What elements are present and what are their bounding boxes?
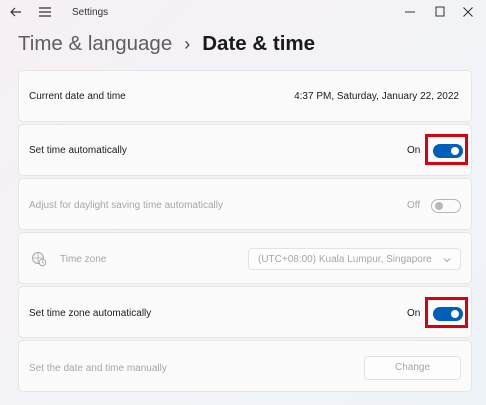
- manual-datetime-label: Set the date and time manually: [29, 363, 167, 374]
- chevron-down-icon: [443, 258, 451, 263]
- window-title: Settings: [72, 7, 109, 18]
- title-bar: Settings: [0, 0, 486, 26]
- current-datetime-label: Current date and time: [29, 91, 126, 102]
- highlight-box-set-time: [425, 134, 468, 165]
- time-zone-selected: (UTC+08:00) Kuala Lumpur, Singapore: [258, 254, 432, 265]
- maximize-icon[interactable]: [432, 4, 448, 20]
- set-tz-auto-label: Set time zone automatically: [29, 308, 152, 319]
- daylight-saving-card: Adjust for daylight saving time automati…: [18, 178, 472, 230]
- page-title: Date & time: [202, 32, 316, 55]
- set-time-auto-state: On: [407, 145, 421, 156]
- current-datetime-card: Current date and time 4:37 PM, Saturday,…: [18, 70, 472, 122]
- close-icon[interactable]: [460, 4, 476, 20]
- change-button[interactable]: Change: [364, 356, 461, 380]
- breadcrumb-separator: ›: [184, 33, 191, 54]
- current-datetime-value: 4:37 PM, Saturday, January 22, 2022: [294, 91, 459, 102]
- daylight-saving-label: Adjust for daylight saving time automati…: [29, 200, 223, 211]
- set-time-auto-card: Set time automatically On: [18, 124, 472, 176]
- minimize-icon[interactable]: [402, 4, 418, 20]
- toggle-knob: [435, 202, 443, 210]
- breadcrumb-parent[interactable]: Time & language: [18, 32, 172, 56]
- time-zone-dropdown[interactable]: (UTC+08:00) Kuala Lumpur, Singapore: [248, 248, 461, 270]
- set-tz-auto-card: Set time zone automatically On: [18, 286, 472, 338]
- change-button-label: Change: [394, 362, 431, 373]
- hamburger-menu-icon[interactable]: [38, 5, 52, 19]
- set-time-auto-label: Set time automatically: [29, 145, 127, 156]
- daylight-saving-toggle[interactable]: [431, 199, 461, 213]
- time-zone-card: Time zone (UTC+08:00) Kuala Lumpur, Sing…: [18, 232, 472, 284]
- back-arrow-icon[interactable]: [8, 4, 24, 20]
- breadcrumb: Time & language › Date & time: [18, 28, 315, 60]
- highlight-box-set-tz: [425, 297, 468, 328]
- daylight-saving-state: Off: [407, 200, 421, 211]
- time-zone-label: Time zone: [60, 254, 107, 265]
- manual-datetime-card: Set the date and time manually Change: [18, 340, 472, 392]
- set-tz-auto-state: On: [407, 308, 421, 319]
- time-zone-globe-icon: [32, 252, 47, 267]
